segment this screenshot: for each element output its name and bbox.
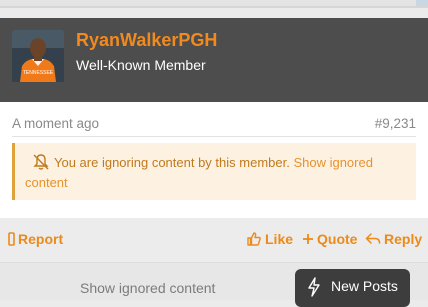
ignored-notice-message: You are ignoring content by this member. (54, 155, 290, 170)
meta-divider (12, 136, 416, 137)
thumbs-up-icon (247, 232, 261, 246)
ignored-notice-text: You are ignoring content by this member.… (25, 153, 410, 193)
quote-button[interactable]: Quote (302, 231, 357, 247)
new-posts-button[interactable]: New Posts (295, 269, 410, 307)
quote-label: Quote (317, 231, 358, 247)
jersey-text: TENNESSEE (23, 70, 54, 76)
reply-label: Reply (384, 231, 423, 247)
post-number[interactable]: #9,231 (375, 116, 416, 131)
show-ignored-content-button[interactable]: Show ignored content (80, 280, 215, 296)
report-button[interactable]: Report (8, 231, 63, 247)
avatar[interactable]: TENNESSEE (12, 30, 64, 82)
report-label: Report (18, 231, 64, 247)
flag-icon (8, 232, 15, 246)
user-title: Well-Known Member (76, 57, 206, 73)
reply-button[interactable]: Reply (365, 231, 422, 247)
new-posts-label: New Posts (331, 278, 398, 294)
player-avatar-icon: TENNESSEE (12, 30, 64, 82)
reply-arrow-icon (365, 233, 381, 244)
post-user-header: TENNESSEE RyanWalkerPGH Well-Known Membe… (0, 18, 428, 120)
post-body: A moment ago #9,231 You are ignoring con… (0, 102, 428, 218)
top-strip (0, 0, 428, 8)
ignored-content-notice: You are ignoring content by this member.… (12, 143, 416, 200)
like-label: Like (265, 231, 294, 247)
username[interactable]: RyanWalkerPGH (76, 30, 217, 51)
plus-icon (303, 234, 313, 244)
lightning-bolt-icon (308, 277, 320, 297)
like-button[interactable]: Like (246, 231, 293, 247)
post-time[interactable]: A moment ago (12, 116, 99, 131)
top-separator (0, 6, 428, 8)
post-action-bar: Report Like Quote Reply (0, 218, 428, 263)
